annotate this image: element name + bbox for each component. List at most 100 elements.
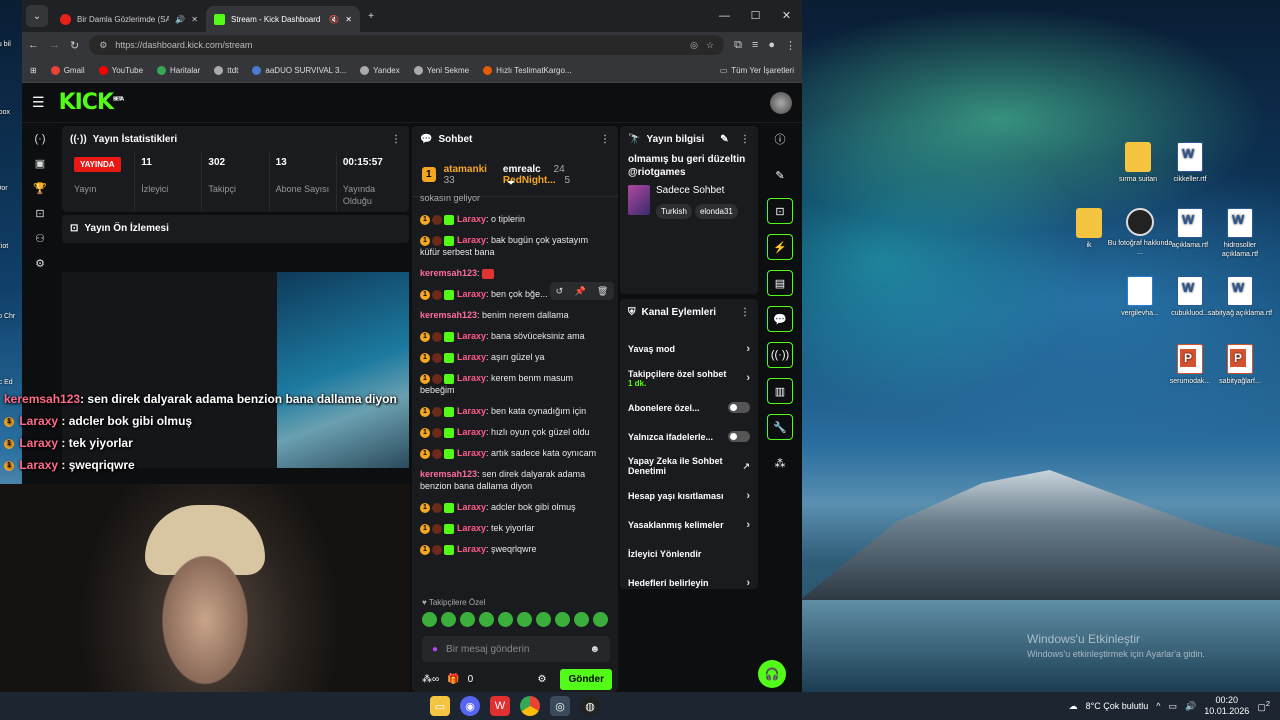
profile-icon[interactable]: ● xyxy=(768,39,775,51)
chat-message[interactable]: 1 Laraxy: bana sövüceksiniz ama xyxy=(420,330,610,342)
emoji-icon[interactable]: ☻ xyxy=(589,644,600,655)
more-options-icon[interactable]: ⋮ xyxy=(740,134,750,145)
clip-icon[interactable]: ⊡ xyxy=(767,198,793,224)
chat-message[interactable]: 1 Laraxy: o tiplerin xyxy=(420,213,610,225)
tracking-off-icon[interactable]: ◎ xyxy=(690,40,698,51)
weather-text[interactable]: 8°C Çok bulutlu xyxy=(1086,701,1149,711)
new-tab-button[interactable]: + xyxy=(360,5,382,27)
gifter-1[interactable]: atamanki 33 xyxy=(444,164,487,186)
user-avatar[interactable] xyxy=(770,91,792,114)
emote-icon[interactable] xyxy=(536,612,551,627)
category-thumbnail[interactable] xyxy=(628,185,650,215)
emote-icon[interactable] xyxy=(574,612,589,627)
community-icon[interactable]: ⁂ xyxy=(767,450,793,476)
reload-icon[interactable]: ↻ xyxy=(70,39,79,52)
kick-logo[interactable]: KICKBETA xyxy=(59,90,125,115)
action-subscribers-only[interactable]: Abonelere özel... xyxy=(620,393,758,422)
info-icon[interactable]: ⓘ xyxy=(767,126,793,152)
network-icon[interactable]: ▭ xyxy=(1169,701,1178,712)
action-ai-moderation[interactable]: Yapay Zeka ile Sohbet Denetimi ↗ xyxy=(620,451,758,481)
speaker-icon[interactable]: 🔊 xyxy=(175,15,185,24)
bookmark-youtube[interactable]: YouTube xyxy=(98,65,143,75)
chat-username[interactable]: Laraxy xyxy=(457,502,486,512)
delete-icon[interactable]: 🗑 xyxy=(597,286,608,297)
action-raid[interactable]: İzleyici Yönlendir xyxy=(620,539,758,568)
settings-icon[interactable]: ⚙ xyxy=(35,257,45,270)
reply-icon[interactable]: ↺ xyxy=(556,286,564,297)
trophy-icon[interactable]: 🏆 xyxy=(33,182,47,195)
action-goals[interactable]: Hedefleri belirleyin › xyxy=(620,568,758,597)
minimize-icon[interactable]: — xyxy=(709,0,740,32)
weather-icon[interactable]: ☁ xyxy=(1069,701,1078,712)
bookmark-newtab[interactable]: Yeni Sekme xyxy=(413,65,469,75)
document-icon[interactable]: ▤ xyxy=(767,270,793,296)
notifications-icon[interactable]: ▢2 xyxy=(1257,699,1270,713)
chat-message[interactable]: 1 Laraxy: ben kata oynadığım için xyxy=(420,405,610,417)
site-info-icon[interactable]: ⚙ xyxy=(99,40,107,51)
action-account-age[interactable]: Hesap yaşı kısıtlaması › xyxy=(620,481,758,510)
send-button[interactable]: Gönder xyxy=(560,669,612,690)
chat-username[interactable]: keremsah123 xyxy=(420,268,477,278)
chat-settings-icon[interactable]: ⚙ xyxy=(537,674,546,685)
chat-message[interactable]: keremsah123: benim nerem dallama xyxy=(420,309,610,321)
bookmark-star-icon[interactable]: ☆ xyxy=(706,40,714,51)
extensions-icon[interactable]: ⧉ xyxy=(734,39,742,52)
emotes-only-toggle[interactable] xyxy=(728,431,750,442)
broadcast-icon[interactable]: ((·)) xyxy=(767,342,793,368)
chat-username[interactable]: keremsah123 xyxy=(420,469,477,479)
discord-icon[interactable]: ◉ xyxy=(460,696,480,716)
bookmark-kargo[interactable]: Hızlı TeslimatKargo... xyxy=(483,65,572,75)
desktop-icon-sabityag[interactable]: sabityağ açıklama.rtf xyxy=(1205,276,1275,318)
chat-username[interactable]: Laraxy xyxy=(457,544,486,554)
chat-message[interactable]: 1 Laraxy: tek yiyorlar xyxy=(420,522,610,534)
tab-kick-dashboard[interactable]: Stream - Kick Dashboard 🔇 ✕ xyxy=(206,6,360,32)
maximize-icon[interactable]: ☐ xyxy=(740,0,771,32)
desktop-icon-hidrosoller[interactable]: hidrosoller açıklama.rtf xyxy=(1205,208,1275,259)
action-banned-words[interactable]: Yasaklanmış kelimeler › xyxy=(620,510,758,539)
stream-tag[interactable]: elonda31 xyxy=(694,204,738,219)
chrome-icon[interactable] xyxy=(520,696,540,716)
layout-icon[interactable]: ▥ xyxy=(767,378,793,404)
support-button[interactable]: 🎧 xyxy=(758,660,786,688)
apps-icon[interactable]: ⊞ xyxy=(30,66,37,75)
chat-username[interactable]: Laraxy xyxy=(457,214,486,224)
desktop-icon-cikkeller[interactable]: cikkeller.rtf xyxy=(1155,142,1225,184)
chat-username[interactable]: Laraxy xyxy=(457,289,486,299)
hamburger-menu-icon[interactable]: ☰ xyxy=(32,94,45,111)
chat-username[interactable]: Laraxy xyxy=(457,427,486,437)
emote-icon[interactable] xyxy=(555,612,570,627)
action-emotes-only[interactable]: Yalnızca ifadelerle... xyxy=(620,422,758,451)
chat-bubble-icon[interactable]: 💬 xyxy=(767,306,793,332)
wrench-icon[interactable]: 🔧 xyxy=(767,414,793,440)
bookmark-gmail[interactable]: Gmail xyxy=(50,65,85,75)
chat-username[interactable]: Laraxy xyxy=(457,373,486,383)
close-icon[interactable]: ✕ xyxy=(345,15,352,24)
chat-message[interactable]: 1 Laraxy: aşırı güzel ya xyxy=(420,351,610,363)
users-icon[interactable]: ⚇ xyxy=(35,232,45,245)
chat-message[interactable]: 1 Laraxy: artık sadece kata oynıcam xyxy=(420,447,610,459)
winrar-icon[interactable]: W xyxy=(490,696,510,716)
file-explorer-icon[interactable]: ▭ xyxy=(430,696,450,716)
chat-message-input[interactable]: ● Bir mesaj gönderin ☻ xyxy=(422,636,610,662)
chat-username[interactable]: keremsah123 xyxy=(420,310,477,320)
chat-message[interactable]: 1 Laraxy: bak bugün çok yastayım küfür se… xyxy=(420,234,610,258)
points-icon[interactable]: ⁂∞ xyxy=(422,674,439,685)
lightning-icon[interactable]: ⚡ xyxy=(767,234,793,260)
chat-username[interactable]: Laraxy xyxy=(457,406,486,416)
chrome-active-icon[interactable]: ◎ xyxy=(550,696,570,716)
close-icon[interactable]: ✕ xyxy=(191,15,198,24)
chat-message[interactable]: keremsah123: sen direk dalyarak adama be… xyxy=(420,468,610,492)
stream-tag[interactable]: Turkish xyxy=(656,204,692,219)
emote-icon[interactable] xyxy=(441,612,456,627)
menu-icon[interactable]: ⋮ xyxy=(785,39,796,52)
chat-username[interactable]: Laraxy xyxy=(457,448,486,458)
back-icon[interactable]: ← xyxy=(28,39,39,51)
screen-icon[interactable]: ⊡ xyxy=(35,207,44,220)
bookmark-ttdt[interactable]: ttdt xyxy=(214,65,238,75)
forward-icon[interactable]: → xyxy=(49,39,60,51)
obs-icon[interactable]: ◍ xyxy=(580,696,600,716)
more-options-icon[interactable]: ⋮ xyxy=(740,307,750,318)
bookmark-maps[interactable]: Haritalar xyxy=(157,65,200,75)
all-bookmarks[interactable]: ▭ Tüm Yer İşaretleri xyxy=(720,66,794,75)
clock[interactable]: 00:20 10.01.2026 xyxy=(1204,695,1249,717)
